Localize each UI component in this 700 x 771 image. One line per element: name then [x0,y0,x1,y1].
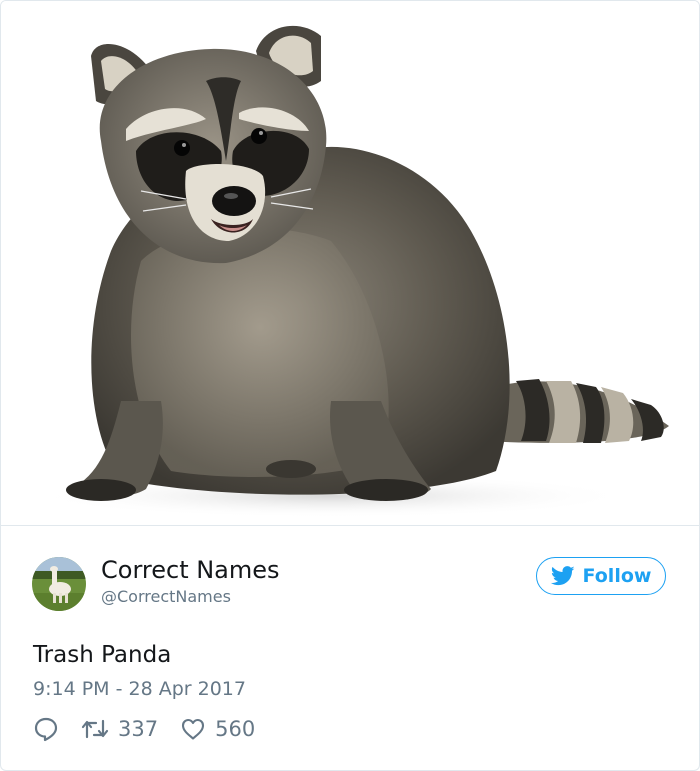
raccoon-illustration [31,25,669,518]
twitter-bird-icon [550,566,575,586]
reply-button[interactable] [33,716,59,742]
retweet-button[interactable]: 337 [81,717,158,741]
tweet-text: Trash Panda [33,642,172,668]
speech-bubble-icon [34,717,58,742]
author-handle[interactable]: @CorrectNames [101,587,231,606]
retweet-icon [81,719,109,739]
tweet-timestamp[interactable]: 9:14 PM - 28 Apr 2017 [33,678,246,700]
heart-icon [182,718,205,740]
like-button[interactable]: 560 [180,717,255,741]
follow-label: Follow [582,565,652,587]
avatar[interactable] [32,557,86,611]
follow-button[interactable]: Follow [536,557,666,595]
tweet-image[interactable] [1,1,699,526]
tweet-card: Correct Names @CorrectNames Follow Trash… [0,0,700,771]
tweet-actions: 337 560 [33,714,255,744]
tweet-author: Correct Names @CorrectNames Follow [32,555,672,615]
like-count: 560 [215,717,256,741]
retweet-count: 337 [118,717,159,741]
author-display-name[interactable]: Correct Names [101,556,280,584]
llama-avatar-icon [32,557,86,611]
